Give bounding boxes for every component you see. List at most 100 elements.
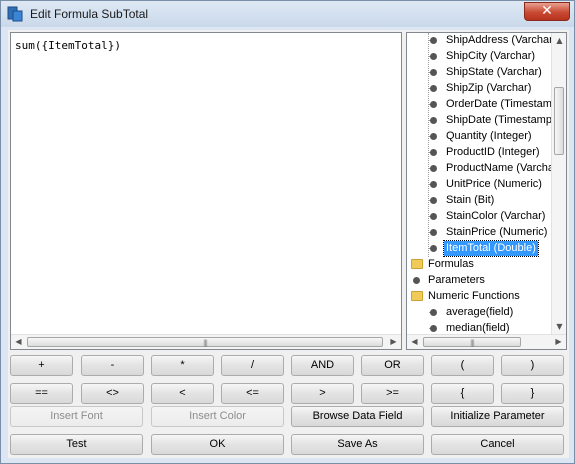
tree-item-label: ShipCity (Varchar)	[446, 50, 536, 62]
operator-divide-button[interactable]: /	[221, 355, 284, 376]
ok-button[interactable]: OK	[151, 434, 284, 455]
folder-icon	[411, 259, 423, 269]
tree-item-function[interactable]: average(field)	[407, 305, 552, 321]
field-icon	[430, 213, 437, 220]
function-icon	[430, 309, 437, 316]
tree-item-label: Stain (Bit)	[446, 194, 495, 206]
operator-equals-button[interactable]: ==	[10, 383, 73, 404]
tree-item-field[interactable]: Stain (Bit)	[407, 193, 552, 209]
tree-vertical-scrollbar[interactable]: ▲ ▼	[551, 33, 566, 334]
close-button[interactable]: ✕	[524, 2, 570, 21]
tree-horizontal-scrollbar[interactable]: ◀ ||| ▶	[407, 334, 566, 349]
tree-group-label: Formulas	[428, 258, 474, 270]
operator-open-brace-button[interactable]: {	[431, 383, 494, 404]
operator-greater-equal-button[interactable]: >=	[361, 383, 424, 404]
tree-item-field[interactable]: StainColor (Varchar)	[407, 209, 552, 225]
folder-icon	[411, 291, 423, 301]
tree-item-field[interactable]: Quantity (Integer)	[407, 129, 552, 145]
field-tree[interactable]: ShipAddress (Varchar ShipCity (Varchar) …	[406, 32, 567, 350]
tree-item-field[interactable]: UnitPrice (Numeric)	[407, 177, 552, 193]
function-icon	[430, 325, 437, 332]
operator-less-than-button[interactable]: <	[151, 383, 214, 404]
field-icon	[430, 245, 437, 252]
scroll-thumb[interactable]	[554, 87, 564, 155]
scroll-up-icon[interactable]: ▲	[552, 33, 566, 48]
field-icon	[430, 229, 437, 236]
operator-not-equal-button[interactable]: <>	[81, 383, 144, 404]
tree-item-label: OrderDate (Timestam	[446, 98, 552, 110]
tree-group-formulas[interactable]: Formulas	[407, 257, 552, 273]
tree-item-field[interactable]: ShipAddress (Varchar	[407, 33, 553, 49]
tree-item-label: ShipDate (Timestamp	[446, 114, 552, 126]
formula-text[interactable]: sum({ItemTotal})	[15, 39, 121, 52]
scroll-left-icon[interactable]: ◀	[11, 335, 26, 350]
tree-item-field[interactable]: ShipCity (Varchar)	[407, 49, 552, 65]
tree-item-field[interactable]: ShipState (Varchar)	[407, 65, 552, 81]
field-icon	[430, 101, 437, 108]
scroll-left-icon[interactable]: ◀	[407, 335, 422, 349]
field-icon	[430, 165, 437, 172]
field-icon	[430, 197, 437, 204]
scroll-down-icon[interactable]: ▼	[552, 319, 566, 334]
tree-item-field[interactable]: ShipDate (Timestamp	[407, 113, 552, 129]
tree-group-parameters[interactable]: Parameters	[407, 273, 552, 289]
operator-greater-than-button[interactable]: >	[291, 383, 354, 404]
operator-close-paren-button[interactable]: )	[501, 355, 564, 376]
dialog-body: sum({ItemTotal}) ◀ ||| ▶ ShipAddress (Va…	[8, 30, 569, 458]
insert-font-button[interactable]: Insert Font	[10, 406, 143, 427]
browse-data-field-button[interactable]: Browse Data Field	[291, 406, 424, 427]
formula-editor[interactable]: sum({ItemTotal}) ◀ ||| ▶	[10, 32, 402, 350]
field-icon	[430, 85, 437, 92]
tree-item-label: StainColor (Varchar)	[446, 210, 546, 222]
field-icon	[430, 181, 437, 188]
field-icon	[430, 53, 437, 60]
field-icon	[430, 149, 437, 156]
operator-less-equal-button[interactable]: <=	[221, 383, 284, 404]
save-as-button[interactable]: Save As	[291, 434, 424, 455]
tree-item-field[interactable]: OrderDate (Timestam	[407, 97, 552, 113]
window-title: Edit Formula SubTotal	[30, 7, 149, 21]
tree-item-field-selected[interactable]: ItemTotal (Double)	[407, 240, 552, 257]
field-icon	[430, 117, 437, 124]
operator-and-button[interactable]: AND	[291, 355, 354, 376]
operator-open-paren-button[interactable]: (	[431, 355, 494, 376]
cancel-button[interactable]: Cancel	[431, 434, 564, 455]
tree-item-label: ShipAddress (Varchar	[446, 34, 553, 46]
scroll-thumb[interactable]: |||	[27, 337, 383, 347]
tree-item-label: ShipZip (Varchar)	[446, 82, 532, 94]
test-button[interactable]: Test	[10, 434, 143, 455]
tree-item-label: ItemTotal (Double)	[443, 240, 539, 257]
title-bar[interactable]: Edit Formula SubTotal ✕	[1, 1, 574, 27]
tree-item-label: ProductID (Integer)	[446, 146, 540, 158]
tree-item-label: ProductName (Varcha	[446, 162, 555, 174]
tree-item-field[interactable]: ProductID (Integer)	[407, 145, 552, 161]
grip-icon: |||	[202, 339, 208, 347]
close-icon: ✕	[541, 3, 553, 19]
tree-item-field[interactable]: StainPrice (Numeric)	[407, 225, 552, 241]
tree-item-field[interactable]: ShipZip (Varchar)	[407, 81, 552, 97]
initialize-parameter-button[interactable]: Initialize Parameter	[431, 406, 564, 427]
insert-color-button[interactable]: Insert Color	[151, 406, 284, 427]
tree-group-label: Numeric Functions	[428, 290, 520, 302]
tree-item-label: StainPrice (Numeric)	[446, 226, 548, 238]
scroll-thumb[interactable]: |||	[423, 337, 521, 347]
scroll-right-icon[interactable]: ▶	[551, 335, 566, 349]
tree-item-label: ShipState (Varchar)	[446, 66, 542, 78]
operator-minus-button[interactable]: -	[81, 355, 144, 376]
field-icon	[430, 37, 437, 44]
tree-item-label: average(field)	[446, 306, 514, 318]
operator-or-button[interactable]: OR	[361, 355, 424, 376]
field-icon	[430, 69, 437, 76]
operator-close-brace-button[interactable]: }	[501, 383, 564, 404]
tree-group-numeric-functions[interactable]: Numeric Functions	[407, 289, 552, 305]
field-icon	[430, 133, 437, 140]
operator-multiply-button[interactable]: *	[151, 355, 214, 376]
tree-group-label: Parameters	[428, 274, 485, 286]
tree-item-field[interactable]: ProductName (Varcha	[407, 161, 554, 177]
dot-icon	[413, 277, 420, 284]
editor-horizontal-scrollbar[interactable]: ◀ ||| ▶	[11, 334, 401, 349]
grip-icon: |||	[469, 339, 475, 347]
operator-plus-button[interactable]: +	[10, 355, 73, 376]
scroll-right-icon[interactable]: ▶	[386, 335, 401, 350]
dialog-window: Edit Formula SubTotal ✕ sum({ItemTotal})…	[0, 0, 575, 464]
